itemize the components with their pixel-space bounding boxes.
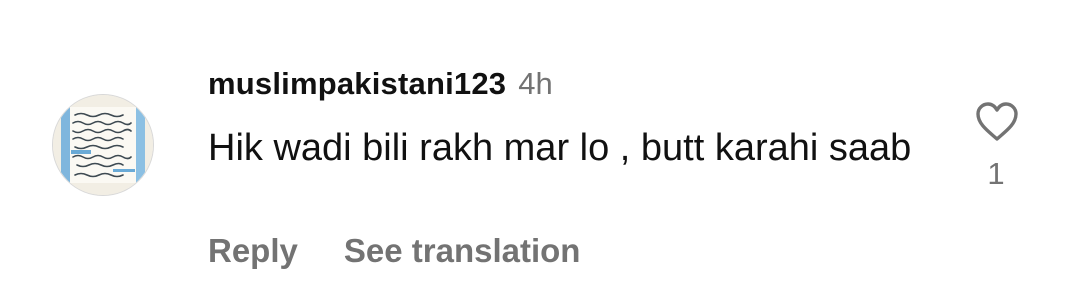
comment-item: muslimpakistani123 4h Hik wadi bili rakh… xyxy=(0,0,1080,293)
comment-text: Hik wadi bili rakh mar lo , butt karahi … xyxy=(208,127,912,169)
avatar-image xyxy=(53,95,153,195)
avatar[interactable] xyxy=(53,95,153,195)
comment-actions: Reply See translation xyxy=(208,229,580,273)
timestamp: 4h xyxy=(518,66,553,101)
see-translation-button[interactable]: See translation xyxy=(344,232,581,270)
reply-button[interactable]: Reply xyxy=(208,232,298,270)
like-count: 1 xyxy=(987,156,1005,191)
like-control: 1 xyxy=(966,98,1026,198)
heart-outline-icon[interactable] xyxy=(974,100,1020,142)
comment-header: muslimpakistani123 4h xyxy=(208,66,553,108)
username[interactable]: muslimpakistani123 xyxy=(208,66,506,102)
